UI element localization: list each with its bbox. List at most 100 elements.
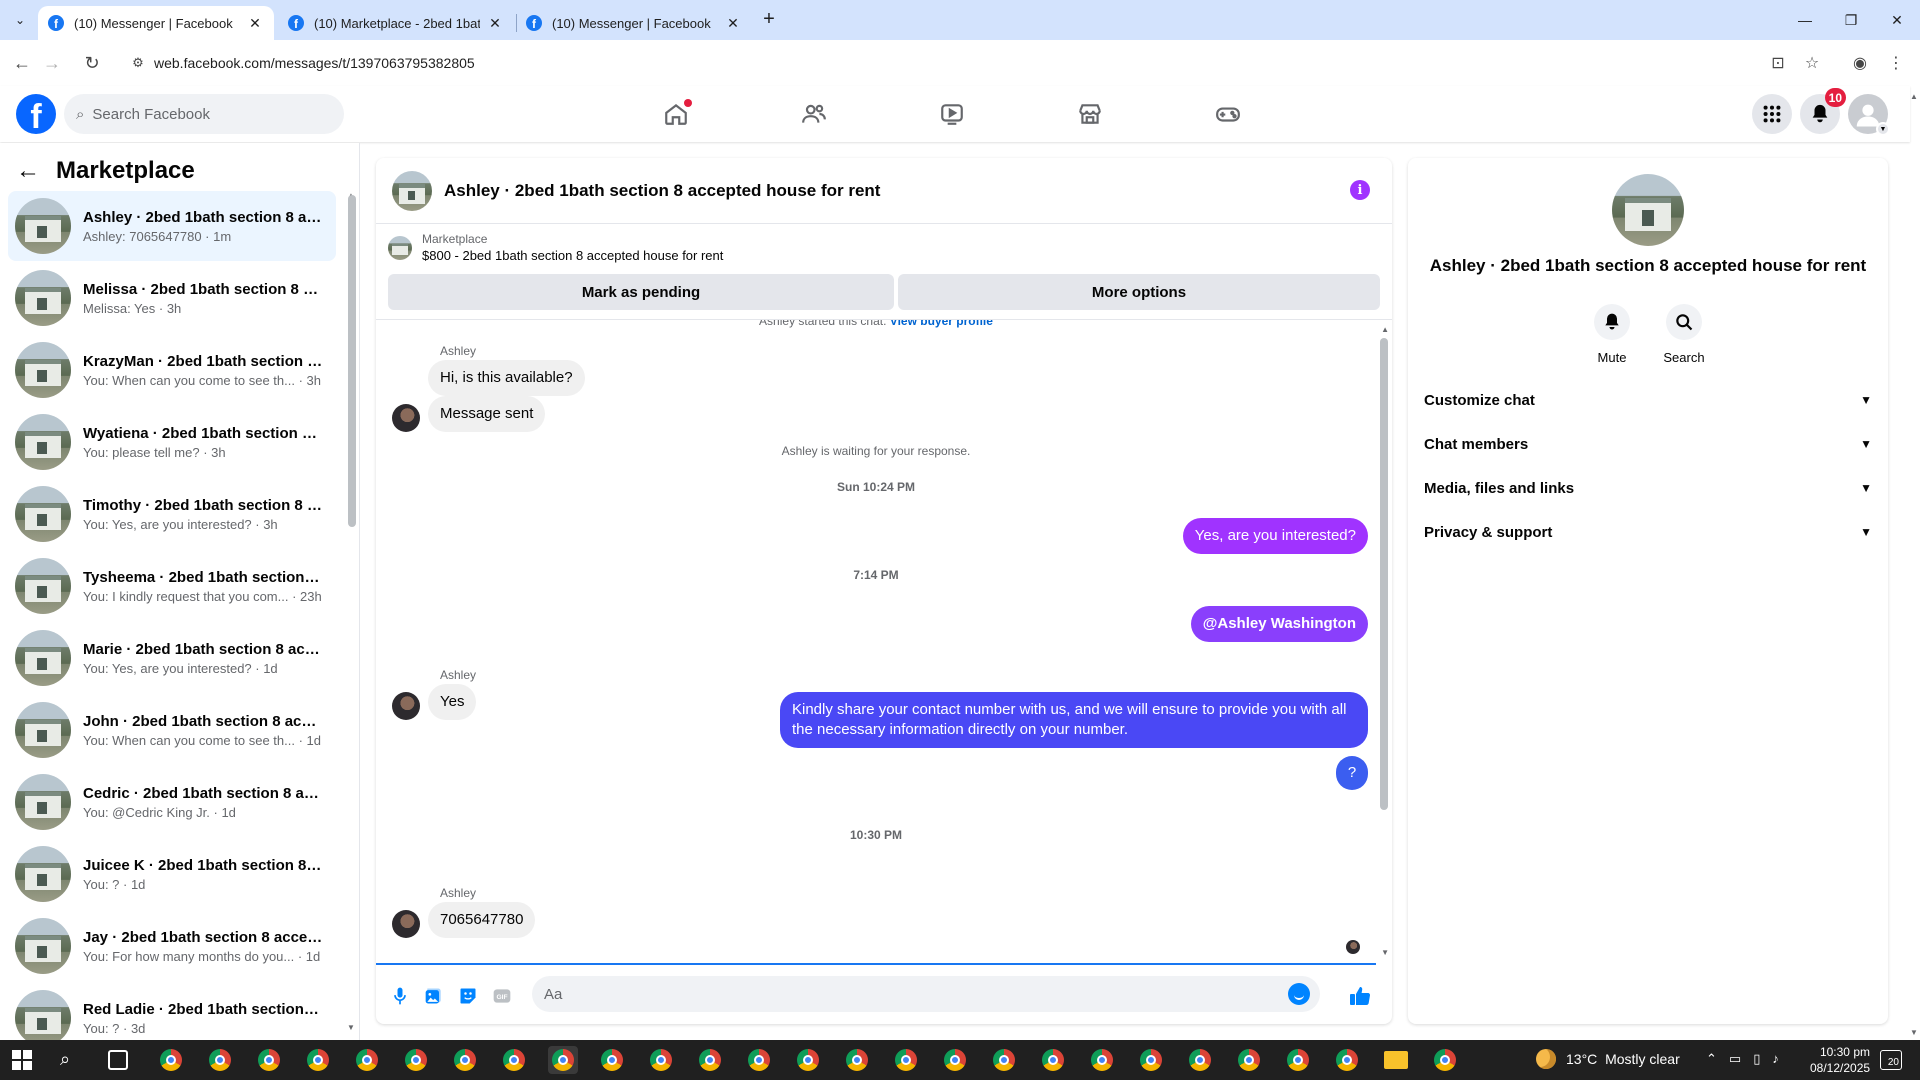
page-scroll-down-arrow-icon[interactable]: ▼: [1910, 1028, 1918, 1037]
chrome-taskbar-icon[interactable]: [1136, 1046, 1166, 1074]
conversation-item-tysheema[interactable]: Tysheema · 2bed 1bath section 8... You: I…: [8, 551, 336, 621]
url-text[interactable]: web.facebook.com/messages/t/139706379538…: [154, 55, 475, 71]
chrome-taskbar-icon[interactable]: [989, 1046, 1019, 1074]
close-tab-icon[interactable]: ✕: [486, 15, 504, 32]
mute-button[interactable]: Mute: [1582, 304, 1642, 365]
incoming-message[interactable]: 7065647780: [428, 902, 536, 938]
gif-icon[interactable]: GIF: [490, 984, 514, 1008]
marketplace-listing-info[interactable]: Marketplace $800 - 2bed 1bath section 8 …: [388, 232, 723, 263]
privacy-support-row[interactable]: Privacy & support ▼: [1424, 514, 1872, 550]
chrome-taskbar-icon[interactable]: [793, 1046, 823, 1074]
notification-center-icon[interactable]: 20: [1880, 1050, 1902, 1070]
ashley-avatar[interactable]: [392, 692, 420, 720]
mark-as-pending-button[interactable]: Mark as pending: [388, 274, 894, 310]
site-settings-icon[interactable]: ⚙: [122, 55, 154, 71]
tab-messenger-1[interactable]: f (10) Messenger | Facebook ✕: [38, 6, 274, 40]
video-icon[interactable]: [896, 94, 1008, 134]
restore-window-icon[interactable]: ❐: [1828, 0, 1874, 40]
outgoing-message[interactable]: Yes, are you interested?: [1182, 518, 1368, 554]
search-input[interactable]: [92, 105, 293, 123]
message-input[interactable]: [544, 985, 1264, 1003]
conversation-item-krazyman[interactable]: KrazyMan · 2bed 1bath section 8... You: W…: [8, 335, 336, 405]
search-in-chat-button[interactable]: Search: [1654, 304, 1714, 365]
conversation-list-scrollbar[interactable]: [348, 195, 356, 527]
chrome-taskbar-icon[interactable]: [303, 1046, 333, 1074]
profile-icon[interactable]: ◉: [1848, 52, 1872, 74]
chat-members-row[interactable]: Chat members ▼: [1424, 426, 1872, 462]
customize-chat-row[interactable]: Customize chat ▼: [1424, 382, 1872, 418]
gaming-icon[interactable]: [1172, 94, 1284, 134]
chat-scroll-down-arrow-icon[interactable]: ▼: [1381, 948, 1389, 957]
conversation-item-cedric[interactable]: Cedric · 2bed 1bath section 8 ac... You: …: [8, 767, 336, 837]
chrome-taskbar-icon[interactable]: [891, 1046, 921, 1074]
conversation-item-timothy[interactable]: Timothy · 2bed 1bath section 8 a... You: …: [8, 479, 336, 549]
back-arrow-icon[interactable]: ←: [16, 157, 40, 185]
chrome-taskbar-icon[interactable]: [1185, 1046, 1215, 1074]
chrome-taskbar-icon[interactable]: [1234, 1046, 1264, 1074]
incoming-message[interactable]: Yes: [428, 684, 477, 720]
outgoing-message[interactable]: Kindly share your contact number with us…: [780, 692, 1368, 748]
chrome-taskbar-icon[interactable]: [1283, 1046, 1313, 1074]
chrome-taskbar-icon[interactable]: [156, 1046, 186, 1074]
chrome-taskbar-icon[interactable]: [646, 1046, 676, 1074]
page-scroll-up-arrow-icon[interactable]: ▲: [1910, 92, 1918, 101]
conversation-item-melissa[interactable]: Melissa · 2bed 1bath section 8 a... Melis…: [8, 263, 336, 333]
conversation-item-marie[interactable]: Marie · 2bed 1bath section 8 acc... You: …: [8, 623, 336, 693]
file-explorer-taskbar-icon[interactable]: [1381, 1046, 1411, 1074]
info-icon[interactable]: i: [1350, 180, 1370, 200]
windows-start-icon[interactable]: [12, 1050, 32, 1070]
chrome-taskbar-icon[interactable]: [1332, 1046, 1362, 1074]
ashley-avatar[interactable]: [392, 910, 420, 938]
minimize-window-icon[interactable]: —: [1782, 0, 1828, 40]
conversation-item-ashley[interactable]: Ashley · 2bed 1bath section 8 ac... Ashle…: [8, 191, 336, 261]
taskbar-search-icon[interactable]: ⌕: [60, 1049, 82, 1071]
new-tab-button[interactable]: +: [756, 8, 782, 32]
ashley-avatar[interactable]: [392, 404, 420, 432]
chrome-taskbar-icon[interactable]: [842, 1046, 872, 1074]
message-input-box[interactable]: [532, 976, 1320, 1012]
reload-icon[interactable]: ↻: [78, 50, 106, 76]
microphone-icon[interactable]: [388, 984, 412, 1008]
sticker-icon[interactable]: [456, 984, 480, 1008]
volume-icon[interactable]: ♪: [1772, 1051, 1779, 1067]
forward-arrow-icon[interactable]: →: [38, 50, 66, 76]
menu-grid-button[interactable]: [1752, 94, 1792, 134]
close-tab-icon[interactable]: ✕: [246, 15, 264, 32]
chrome-taskbar-icon[interactable]: [695, 1046, 725, 1074]
show-hidden-icons-chevron-icon[interactable]: ⌃: [1706, 1051, 1717, 1067]
conversation-item-wyatiena[interactable]: Wyatiena · 2bed 1bath section 8 ... You: …: [8, 407, 336, 477]
chrome-taskbar-icon[interactable]: [1087, 1046, 1117, 1074]
chrome-taskbar-icon[interactable]: [1038, 1046, 1068, 1074]
chat-scroll-up-arrow-icon[interactable]: ▲: [1381, 325, 1389, 334]
thumbs-up-icon[interactable]: [1346, 982, 1374, 1010]
marketplace-icon[interactable]: [1034, 94, 1146, 134]
chrome-taskbar-icon-active[interactable]: [548, 1046, 578, 1074]
listing-photo[interactable]: [1612, 174, 1684, 246]
battery-icon[interactable]: ▯: [1753, 1051, 1760, 1067]
close-window-icon[interactable]: ✕: [1874, 0, 1920, 40]
media-files-links-row[interactable]: Media, files and links ▼: [1424, 470, 1872, 506]
weather-widget[interactable]: 13°C Mostly clear: [1536, 1049, 1680, 1069]
chat-title[interactable]: Ashley · 2bed 1bath section 8 accepted h…: [444, 181, 880, 201]
view-buyer-profile-link[interactable]: View buyer profile: [890, 320, 993, 328]
chrome-taskbar-icon[interactable]: [205, 1046, 235, 1074]
network-icon[interactable]: ▭: [1729, 1051, 1741, 1067]
address-bar[interactable]: ⚙ web.facebook.com/messages/t/1397063795…: [122, 46, 1802, 80]
close-tab-icon[interactable]: ✕: [724, 15, 742, 32]
tab-messenger-2[interactable]: f (10) Messenger | Facebook ✕: [516, 6, 752, 40]
conversation-item-juicee[interactable]: Juicee K · 2bed 1bath section 8 a... You:…: [8, 839, 336, 909]
conversation-item-red-ladie[interactable]: Red Ladie · 2bed 1bath section 8... You: …: [8, 983, 336, 1040]
outgoing-message[interactable]: ?: [1336, 756, 1368, 790]
chrome-taskbar-icon[interactable]: [1430, 1046, 1460, 1074]
chrome-taskbar-icon[interactable]: [744, 1046, 774, 1074]
chrome-taskbar-icon[interactable]: [597, 1046, 627, 1074]
tab-search-chevron-icon[interactable]: ⌄: [8, 9, 32, 31]
home-icon[interactable]: [620, 94, 732, 134]
outgoing-mention-message[interactable]: @Ashley Washington: [1190, 606, 1368, 642]
chrome-taskbar-icon[interactable]: [450, 1046, 480, 1074]
list-scroll-down-arrow-icon[interactable]: ▼: [347, 1023, 355, 1032]
chrome-taskbar-icon[interactable]: [254, 1046, 284, 1074]
chrome-taskbar-icon[interactable]: [499, 1046, 529, 1074]
conversation-item-john[interactable]: John · 2bed 1bath section 8 acce... You: …: [8, 695, 336, 765]
incoming-message[interactable]: Message sent: [428, 396, 546, 432]
